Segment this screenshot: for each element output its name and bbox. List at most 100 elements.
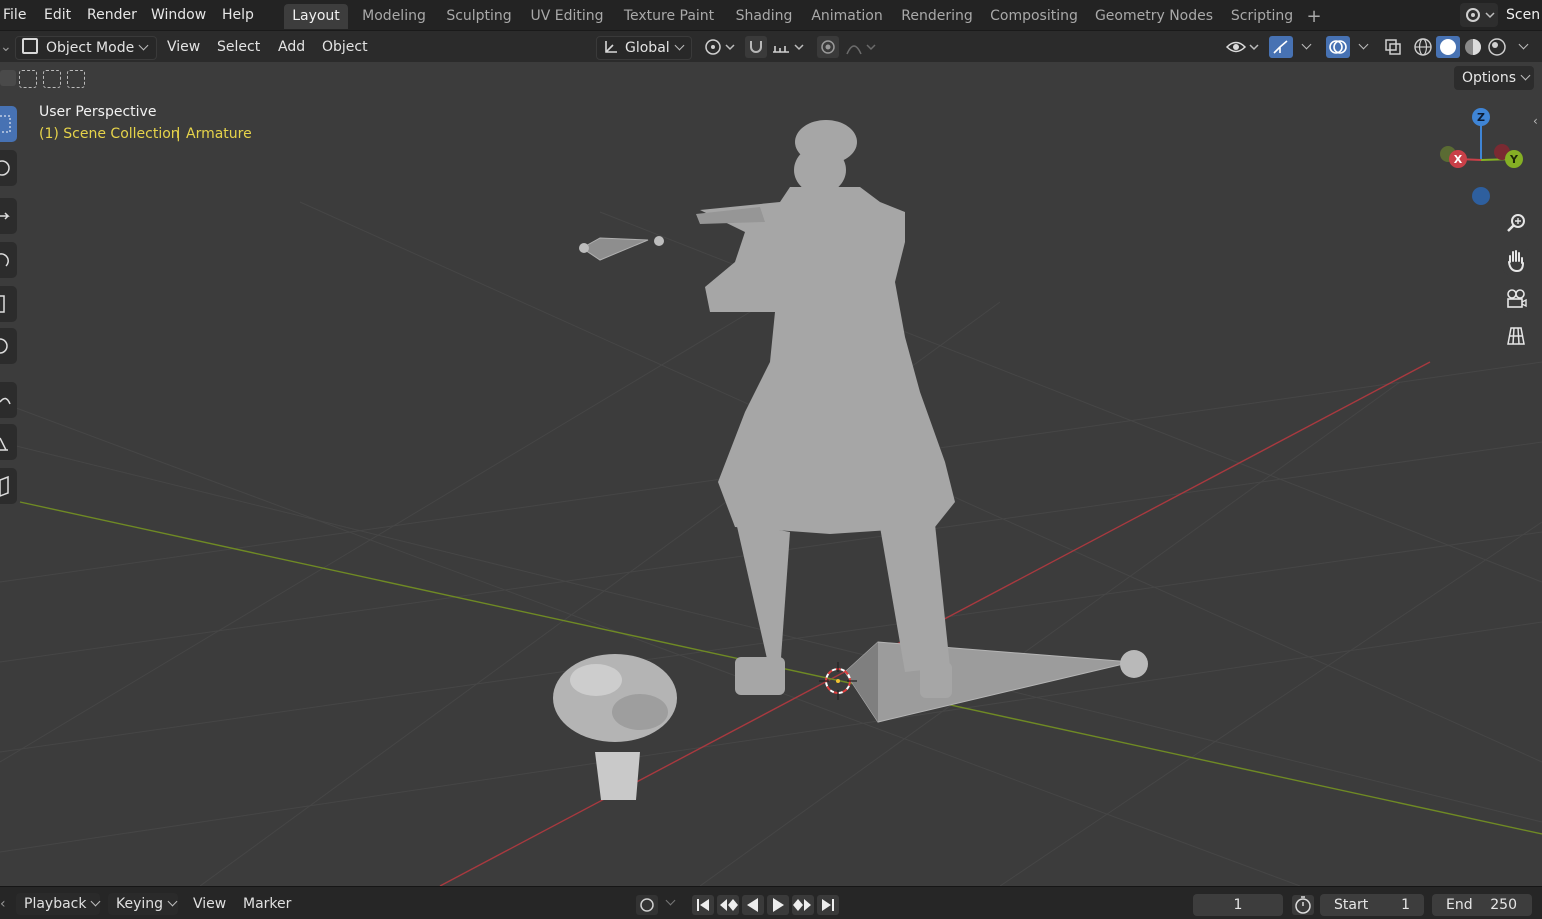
next-keyframe-icon (793, 899, 811, 911)
scene-selector[interactable] (1460, 3, 1498, 27)
menu-add[interactable]: Add (278, 36, 305, 58)
jump-to-keyframe-next-button[interactable] (792, 895, 814, 915)
navigation-gizmo[interactable]: Z Y X (1432, 102, 1532, 212)
shading-rendered-button[interactable] (1486, 36, 1508, 58)
tab-modeling[interactable]: Modeling (357, 4, 431, 29)
jump-to-keyframe-prev-button[interactable] (717, 895, 739, 915)
orientation-icon (605, 41, 617, 53)
material-sphere-icon (1465, 39, 1481, 55)
menu-view[interactable]: View (167, 36, 200, 58)
tab-sculpting[interactable]: Sculpting (441, 4, 517, 29)
select-extend-icon[interactable] (19, 70, 37, 88)
jump-to-end-button[interactable] (817, 895, 839, 915)
tool-cursor[interactable] (0, 150, 17, 186)
timeline-editor-type-icon[interactable]: ‹ (0, 893, 6, 915)
tool-select-box[interactable] (0, 106, 17, 142)
tool-add-cube[interactable] (0, 468, 17, 504)
menu-edit[interactable]: Edit (44, 4, 71, 26)
proportional-editing-toggle[interactable] (817, 36, 839, 58)
select-invert-icon[interactable] (67, 70, 85, 88)
magnet-icon (750, 41, 762, 53)
menu-help[interactable]: Help (222, 4, 254, 26)
tool-rotate[interactable] (0, 242, 17, 278)
tool-transform[interactable] (0, 328, 17, 364)
timeline-menu-marker[interactable]: Marker (243, 893, 291, 915)
perspective-toggle-button[interactable] (1500, 320, 1532, 352)
snap-target-dropdown[interactable] (771, 36, 807, 58)
current-frame-field[interactable]: 1 (1193, 894, 1283, 916)
top-bar: File Edit Render Window Help Layout Mode… (0, 0, 1542, 30)
viewport-active-object-label: Armature (186, 126, 252, 142)
tab-shading[interactable]: Shading (731, 4, 797, 29)
end-frame-field[interactable]: End 250 (1432, 894, 1532, 916)
sidebar-toggle-icon[interactable]: ‹ (1533, 114, 1538, 128)
play-reverse-button[interactable] (742, 895, 764, 915)
tab-texture-paint[interactable]: Texture Paint (617, 4, 721, 29)
menu-object[interactable]: Object (322, 36, 368, 58)
record-icon (640, 898, 654, 912)
playback-dropdown[interactable]: Playback (16, 893, 101, 915)
zoom-button[interactable] (1500, 208, 1532, 240)
armature-bone-right (844, 641, 1148, 723)
tab-uv-editing[interactable]: UV Editing (527, 4, 607, 29)
stopwatch-icon (1295, 896, 1311, 914)
shading-solid-button[interactable] (1436, 36, 1460, 58)
falloff-dropdown[interactable] (845, 36, 879, 58)
shading-wireframe-button[interactable] (1412, 36, 1434, 58)
jump-start-icon (697, 899, 709, 911)
editor-type-chevron-icon[interactable]: ⌄ (0, 36, 12, 58)
pivot-point-dropdown[interactable] (703, 36, 737, 58)
select-new-icon[interactable] (0, 70, 16, 86)
menu-select[interactable]: Select (217, 36, 260, 58)
visibility-dropdown[interactable] (1225, 36, 1261, 58)
shading-dropdown[interactable] (1514, 36, 1530, 58)
tool-annotate[interactable] (0, 382, 17, 418)
camera-view-button[interactable] (1500, 283, 1532, 315)
start-frame-field[interactable]: Start 1 (1320, 894, 1424, 916)
options-dropdown[interactable]: Options (1454, 66, 1534, 90)
scene-name[interactable]: Scen (1506, 4, 1540, 26)
tool-move[interactable] (0, 198, 17, 234)
add-workspace-icon[interactable]: + (1304, 4, 1324, 29)
tab-scripting[interactable]: Scripting (1227, 4, 1297, 29)
keying-dropdown[interactable]: Keying (108, 893, 178, 915)
select-subtract-icon[interactable] (43, 70, 61, 88)
overlays-dropdown[interactable] (1354, 36, 1370, 58)
armature-bone-left (579, 236, 664, 261)
auto-keying-toggle[interactable] (636, 895, 658, 915)
pivot-icon (705, 39, 735, 55)
tab-geometry-nodes[interactable]: Geometry Nodes (1091, 4, 1217, 29)
object-mode-label: Object Mode (46, 40, 135, 56)
tab-compositing[interactable]: Compositing (987, 4, 1081, 29)
jump-to-start-button[interactable] (692, 895, 714, 915)
pan-button[interactable] (1500, 245, 1532, 277)
snap-toggle[interactable] (745, 36, 767, 58)
viewport-collection-label: (1) Scene Collection (39, 126, 180, 142)
tool-scale[interactable] (0, 286, 17, 322)
transform-orientation-dropdown[interactable]: Global (596, 36, 692, 60)
play-button[interactable] (767, 895, 789, 915)
shading-material-button[interactable] (1462, 36, 1484, 58)
end-frame-value: 250 (1490, 897, 1517, 913)
menu-file[interactable]: File (3, 4, 26, 26)
overlays-toggle[interactable] (1326, 36, 1350, 58)
tab-layout[interactable]: Layout (284, 4, 348, 29)
preview-range-toggle[interactable] (1292, 895, 1314, 915)
xray-icon (1385, 39, 1401, 55)
3d-viewport[interactable]: User Perspective (1) Scene Collection | … (0, 62, 1542, 886)
keying-set-dropdown[interactable] (661, 895, 677, 915)
menu-render[interactable]: Render (87, 4, 137, 26)
timeline-menu-view[interactable]: View (193, 893, 226, 915)
gizmo-x-label: X (1454, 153, 1463, 166)
xray-toggle[interactable] (1382, 36, 1404, 58)
tool-measure[interactable] (0, 424, 17, 460)
menu-window[interactable]: Window (151, 4, 206, 26)
eye-icon (1225, 41, 1259, 53)
tab-animation[interactable]: Animation (807, 4, 887, 29)
gizmo-toggle[interactable] (1269, 36, 1293, 58)
solid-sphere-icon (1440, 39, 1456, 55)
tab-rendering[interactable]: Rendering (897, 4, 977, 29)
gizmo-dropdown[interactable] (1297, 36, 1313, 58)
overlays-icon (1329, 40, 1347, 54)
object-mode-dropdown[interactable]: Object Mode (15, 36, 157, 60)
